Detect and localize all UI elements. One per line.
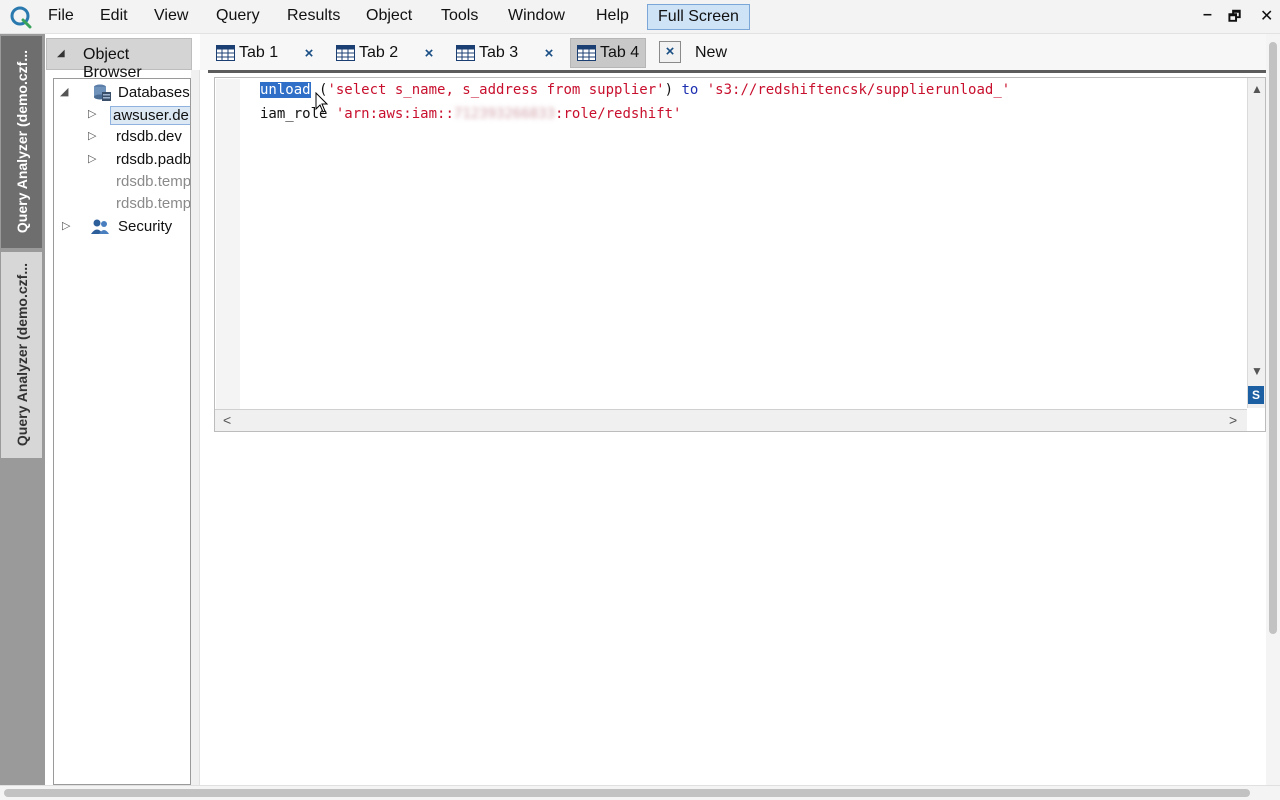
tree-item-label: rdsdb.temp xyxy=(116,195,191,212)
tab-2-close-icon[interactable]: × xyxy=(418,44,440,66)
code-string-arn-suffix: :role/redshift' xyxy=(555,106,682,122)
expander-icon[interactable]: ▷ xyxy=(88,107,100,120)
code-keyword-to: to xyxy=(681,82,699,98)
menu-tools[interactable]: Tools xyxy=(441,7,478,25)
tree-item-rdsdb-temp-2[interactable]: rdsdb.temp xyxy=(88,193,191,215)
object-browser-tree: ◢ Databases ▷ awsuser.de ▷ rdsdb.dev ▷ r… xyxy=(53,78,191,785)
tab-label: New xyxy=(695,44,728,61)
menu-file[interactable]: File xyxy=(48,7,74,25)
tab-label: Tab 2 xyxy=(359,44,399,61)
code-line-1[interactable]: unload ('select s_name, s_address from s… xyxy=(260,82,1010,98)
object-browser-title: Object Browser xyxy=(83,46,142,81)
close-window-icon[interactable]: ✕ xyxy=(1260,6,1273,26)
expander-icon[interactable]: ▷ xyxy=(88,152,100,165)
vertical-tab-query-analyzer-1[interactable]: Query Analyzer (demo.czf... xyxy=(1,36,42,248)
menu-window[interactable]: Window xyxy=(508,7,565,25)
tree-item-label: rdsdb.padb xyxy=(116,151,191,168)
results-area xyxy=(210,436,1266,785)
tree-item-rdsdb-dev[interactable]: ▷ rdsdb.dev xyxy=(88,126,190,148)
tree-item-label: rdsdb.dev xyxy=(116,128,182,145)
menu-results[interactable]: Results xyxy=(287,7,340,25)
scrollbar-thumb[interactable] xyxy=(1269,42,1277,634)
left-tab-strip: Query Analyzer (demo.czf... Query Analyz… xyxy=(0,34,45,785)
tree-item-label: Databases xyxy=(118,84,190,101)
menu-view[interactable]: View xyxy=(154,7,188,25)
tree-item-label: awsuser.de xyxy=(110,106,190,125)
tab-4[interactable]: Tab 4 xyxy=(570,38,647,68)
object-browser-header[interactable]: ◢ Object Browser xyxy=(46,38,192,81)
fullscreen-button[interactable]: Full Screen xyxy=(647,4,750,30)
splitter[interactable] xyxy=(191,70,200,785)
editor-vertical-scrollbar[interactable]: ▲ ▼ xyxy=(1247,78,1265,408)
collapse-triangle-icon[interactable]: ◢ xyxy=(57,48,65,59)
mouse-cursor-icon xyxy=(315,92,329,113)
tab-3[interactable]: Tab 3 xyxy=(456,38,518,68)
tab-3-close-icon[interactable]: × xyxy=(538,44,560,66)
tab-new[interactable]: New xyxy=(695,38,727,68)
tree-item-awsuser[interactable]: ▷ awsuser.de xyxy=(88,104,190,126)
table-icon xyxy=(577,45,596,61)
tree-item-databases[interactable]: ◢ Databases xyxy=(60,82,190,104)
app-logo-icon xyxy=(10,6,32,29)
tab-1[interactable]: Tab 1 xyxy=(216,38,278,68)
table-icon xyxy=(456,45,475,61)
tab-1-close-icon[interactable]: × xyxy=(298,44,320,66)
tab-label: Tab 1 xyxy=(239,44,279,61)
table-icon xyxy=(336,45,355,61)
table-icon xyxy=(216,45,235,61)
code-keyword-selected: unload xyxy=(260,82,311,98)
tree-item-rdsdb-temp-1[interactable]: rdsdb.temp xyxy=(88,171,191,193)
tree-item-label: rdsdb.temp xyxy=(116,173,191,190)
code-string-target: 's3://redshiftencsk/supplierunload_' xyxy=(706,82,1011,98)
menu-object[interactable]: Object xyxy=(366,7,412,25)
editor-margin xyxy=(216,79,240,409)
code-string-query: 'select s_name, s_address from supplier' xyxy=(327,82,665,98)
menu-edit[interactable]: Edit xyxy=(100,7,128,25)
vertical-tab-query-analyzer-2[interactable]: Query Analyzer (demo.czf... xyxy=(1,252,42,458)
tab-label: Tab 4 xyxy=(600,44,640,61)
window-vertical-scrollbar[interactable] xyxy=(1266,34,1280,785)
database-icon xyxy=(94,84,111,101)
scroll-down-icon[interactable]: ▼ xyxy=(1251,364,1263,378)
tab-2[interactable]: Tab 2 xyxy=(336,38,398,68)
code-string-arn-prefix: 'arn:aws:iam:: xyxy=(335,106,454,122)
menu-query[interactable]: Query xyxy=(216,7,260,25)
window-horizontal-scrollbar[interactable] xyxy=(0,785,1280,800)
scroll-up-icon[interactable]: ▲ xyxy=(1251,82,1263,96)
tree-item-security[interactable]: ▷ Security xyxy=(62,216,190,238)
editor-horizontal-scrollbar[interactable]: < > xyxy=(215,409,1247,431)
expander-icon[interactable]: ▷ xyxy=(62,219,74,232)
code-paren: ) xyxy=(664,82,682,98)
tab-underline xyxy=(208,70,1266,73)
expander-icon[interactable]: ◢ xyxy=(60,85,72,98)
users-icon xyxy=(91,219,109,234)
scroll-right-icon[interactable]: > xyxy=(1229,412,1237,428)
tab-bar: Tab 1 × Tab 2 × Tab 3 × Tab 4 × New xyxy=(200,34,1268,70)
scroll-left-icon[interactable]: < xyxy=(223,412,231,428)
restore-icon[interactable]: 🗗 xyxy=(1228,6,1241,30)
code-redacted-account: 712393266833 xyxy=(453,106,556,122)
expander-icon[interactable]: ▷ xyxy=(88,129,100,142)
tab-label: Tab 3 xyxy=(479,44,519,61)
menu-bar: File Edit View Query Results Object Tool… xyxy=(0,0,1280,34)
sql-editor[interactable]: unload ('select s_name, s_address from s… xyxy=(214,77,1266,432)
tree-item-label: Security xyxy=(118,218,173,235)
vertical-tab-label: Query Analyzer (demo.czf... xyxy=(13,263,30,447)
minimize-icon[interactable]: – xyxy=(1203,6,1212,24)
tree-item-rdsdb-padb[interactable]: ▷ rdsdb.padb xyxy=(88,149,191,171)
scrollbar-thumb[interactable] xyxy=(4,789,1250,797)
tab-4-close-icon[interactable]: × xyxy=(659,41,681,63)
menu-help[interactable]: Help xyxy=(596,7,629,25)
editor-corner-icon[interactable]: S xyxy=(1248,386,1264,404)
vertical-tab-label: Query Analyzer (demo.czf... xyxy=(13,50,30,234)
